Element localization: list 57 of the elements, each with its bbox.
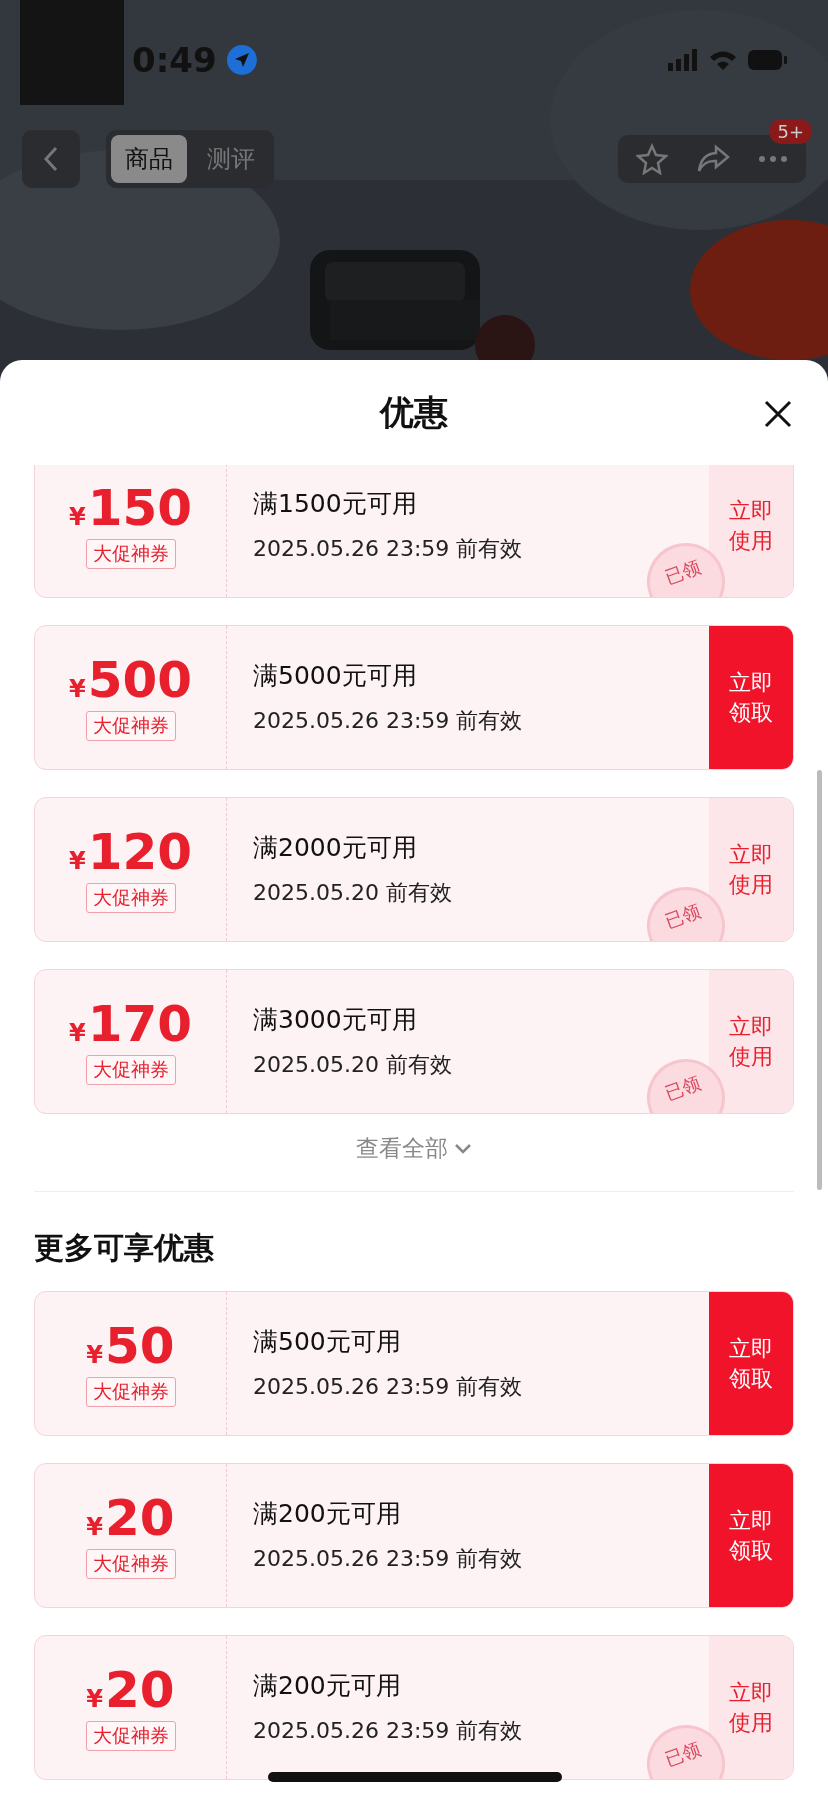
- currency-symbol: ¥: [68, 674, 86, 703]
- location-icon: [226, 45, 257, 75]
- sheet-title: 优惠: [380, 390, 448, 434]
- coupon-action-button[interactable]: 立即领取: [709, 626, 793, 769]
- coupon-amount: 500: [87, 654, 193, 705]
- coupon-expiry: 2025.05.26 23:59 前有效: [253, 1545, 524, 1573]
- coupon-action-button[interactable]: 立即使用: [709, 970, 793, 1113]
- share-icon[interactable]: [696, 144, 730, 174]
- star-icon[interactable]: [636, 143, 668, 175]
- back-button[interactable]: [22, 130, 80, 188]
- coupon-tag: 大促神券: [85, 882, 176, 913]
- coupon-action-button[interactable]: 立即领取: [709, 1292, 793, 1435]
- coupon-action-button[interactable]: 立即使用: [709, 1636, 793, 1779]
- coupon-tag: 大促神券: [85, 710, 176, 741]
- coupon-action-button[interactable]: 立即领取: [709, 1464, 793, 1607]
- coupon-condition: 满1500元可用: [253, 488, 418, 520]
- coupon-amount: 150: [87, 482, 193, 533]
- coupon-expiry: 2025.05.26 23:59 前有效: [253, 535, 524, 563]
- coupon-amount: 20: [105, 1664, 175, 1715]
- coupon-tag: 大促神券: [85, 1054, 176, 1085]
- notification-badge: 5+: [769, 119, 812, 144]
- section-title: 更多可享优惠: [34, 1229, 215, 1267]
- coupon-amount: 50: [105, 1320, 175, 1371]
- coupon-tag: 大促神券: [85, 538, 176, 569]
- coupon-amount: 120: [87, 826, 193, 877]
- currency-symbol: ¥: [86, 1340, 104, 1369]
- signal-icon: [668, 49, 698, 71]
- coupon-condition: 满200元可用: [253, 1670, 402, 1702]
- coupon-action-button[interactable]: 立即使用: [709, 465, 793, 597]
- currency-symbol: ¥: [68, 846, 86, 875]
- coupon-condition: 满3000元可用: [253, 1004, 418, 1036]
- chevron-down-icon: [454, 1142, 472, 1155]
- coupon-expiry: 2025.05.26 23:59 前有效: [253, 1717, 524, 1745]
- coupon-expiry: 2025.05.20 前有效: [253, 1051, 453, 1079]
- currency-symbol: ¥: [86, 1512, 104, 1541]
- coupon-condition: 满5000元可用: [253, 660, 418, 692]
- battery-icon: [748, 49, 788, 71]
- coupon-tag: 大促神券: [85, 1376, 176, 1407]
- coupon-expiry: 2025.05.26 23:59 前有效: [253, 1373, 524, 1401]
- coupon-expiry: 2025.05.20 前有效: [253, 879, 453, 907]
- coupon-condition: 满500元可用: [253, 1326, 402, 1358]
- view-all-link[interactable]: 查看全部: [350, 1132, 478, 1165]
- coupon-condition: 满200元可用: [253, 1498, 402, 1530]
- coupon-amount: 170: [87, 998, 193, 1049]
- coupon-action-button[interactable]: 立即使用: [709, 798, 793, 941]
- coupon-tag: 大促神券: [85, 1720, 176, 1751]
- coupon-condition: 满2000元可用: [253, 832, 418, 864]
- nav-tab[interactable]: 商品: [111, 135, 187, 183]
- more-icon[interactable]: [758, 155, 788, 163]
- coupon-amount: 20: [105, 1492, 175, 1543]
- currency-symbol: ¥: [68, 1018, 86, 1047]
- currency-symbol: ¥: [68, 502, 86, 531]
- currency-symbol: ¥: [86, 1684, 104, 1713]
- nav-tab[interactable]: 测评: [193, 135, 269, 183]
- coupon-expiry: 2025.05.26 23:59 前有效: [253, 707, 524, 735]
- wifi-icon: [708, 49, 738, 71]
- coupon-tag: 大促神券: [85, 1548, 176, 1579]
